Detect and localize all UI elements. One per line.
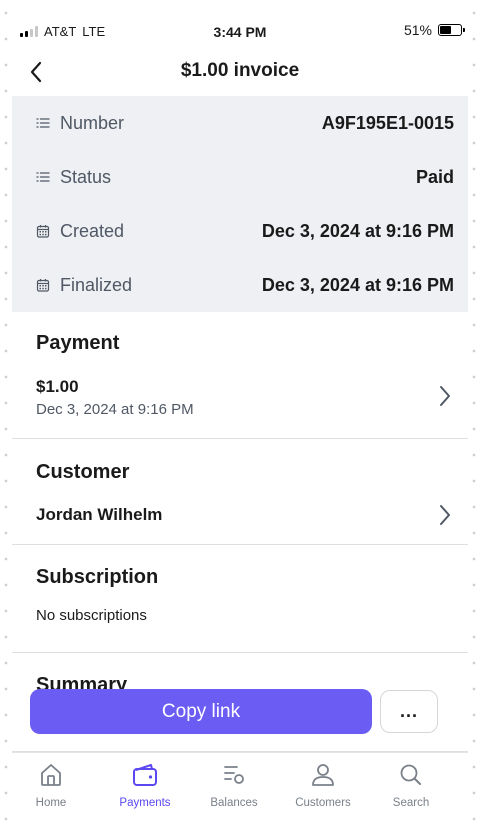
wallet-icon	[133, 764, 157, 786]
tab-bar: Home Payments Balances Customers Search	[12, 752, 468, 837]
chevron-right-icon	[440, 505, 450, 525]
customer-name: Jordan Wilhelm	[36, 505, 163, 524]
tab-label: Home	[35, 797, 67, 809]
right-dotted-border	[467, 0, 480, 836]
calendar-icon	[36, 279, 50, 292]
detail-label: Status	[60, 166, 112, 187]
tab-search[interactable]: Search	[371, 759, 451, 809]
detail-row-number: Number A9F195E1-0015	[12, 96, 468, 150]
payment-date: Dec 3, 2024 at 9:16 PM	[36, 401, 194, 418]
tab-label: Balances	[210, 797, 258, 809]
list-icon	[36, 118, 50, 128]
tab-label: Payments	[119, 797, 171, 809]
battery-info: 51%	[403, 22, 465, 38]
page-title: $1.00 invoice	[180, 60, 300, 81]
payment-amount: $1.00	[36, 377, 79, 396]
tab-label: Search	[392, 797, 430, 809]
status-bar: AT&T LTE 3:44 PM 51%	[12, 0, 468, 40]
tab-home[interactable]: Home	[11, 759, 91, 809]
section-title: Customer	[36, 461, 130, 483]
section-title: Payment	[36, 332, 120, 354]
created-date: Dec 3, 2024 at 9:16 PM	[261, 220, 454, 241]
finalized-date: Dec 3, 2024 at 9:16 PM	[261, 274, 454, 295]
detail-label: Created	[60, 220, 125, 241]
no-subscriptions-text: No subscriptions	[36, 607, 147, 624]
chevron-right-icon	[440, 386, 450, 406]
detail-row-created: Created Dec 3, 2024 at 9:16 PM	[12, 204, 468, 258]
detail-label: Number	[60, 112, 125, 133]
battery-icon	[438, 24, 465, 36]
more-icon: ...	[399, 701, 418, 721]
list-icon	[36, 172, 50, 182]
copy-link-label: Copy link	[161, 700, 241, 722]
detail-row-finalized: Finalized Dec 3, 2024 at 9:16 PM	[12, 258, 468, 312]
more-button[interactable]: ...	[380, 690, 438, 733]
home-icon	[41, 764, 61, 786]
person-icon	[312, 764, 334, 786]
clock: 3:44 PM	[213, 24, 267, 40]
invoice-number: A9F195E1-0015	[321, 112, 454, 133]
search-icon	[400, 764, 421, 785]
screen: AT&T LTE 3:44 PM 51% $1.00 invoice Numbe…	[12, 0, 468, 837]
payment-section[interactable]: Payment $1.00 Dec 3, 2024 at 9:16 PM	[12, 312, 468, 439]
section-title: Subscription	[36, 566, 159, 588]
tab-payments[interactable]: Payments	[105, 759, 185, 809]
detail-row-status: Status Paid	[12, 150, 468, 204]
tab-label: Customers	[295, 797, 351, 809]
battery-percent: 51%	[403, 22, 432, 38]
calendar-icon	[36, 225, 50, 238]
detail-label: Finalized	[60, 274, 133, 295]
status-value: Paid	[415, 166, 454, 187]
invoice-details: Number A9F195E1-0015 Status Paid Created…	[12, 96, 468, 312]
subscription-section: Subscription No subscriptions	[12, 545, 468, 653]
tab-balances[interactable]: Balances	[194, 759, 274, 809]
customer-section[interactable]: Customer Jordan Wilhelm	[12, 439, 468, 545]
nav-bar: $1.00 invoice	[12, 52, 468, 92]
balances-icon	[224, 766, 244, 784]
tab-customers[interactable]: Customers	[283, 759, 363, 809]
copy-link-button[interactable]: Copy link	[30, 689, 372, 734]
